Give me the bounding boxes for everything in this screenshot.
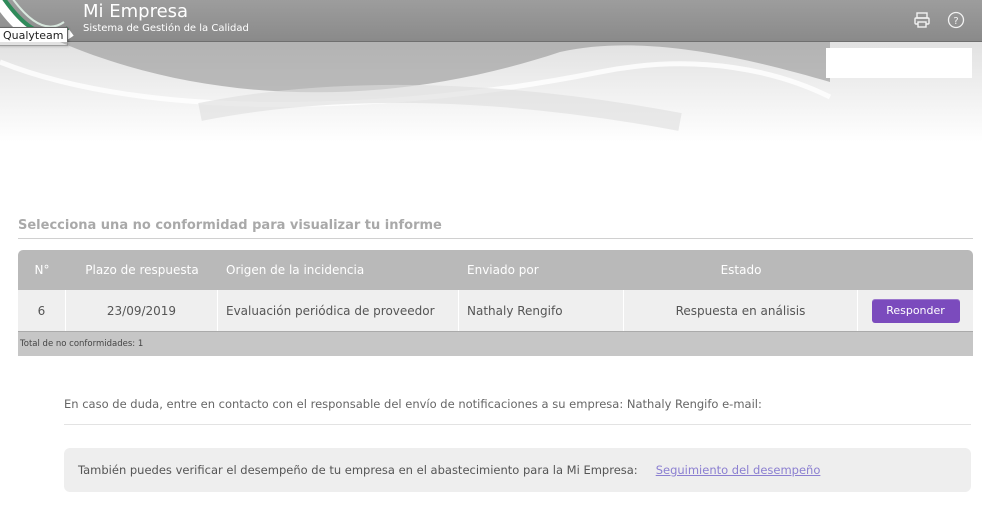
performance-box: También puedes verificar el desempeño de… bbox=[64, 448, 971, 492]
row-number: 6 bbox=[18, 290, 66, 331]
svg-text:?: ? bbox=[953, 16, 958, 27]
col-deadline: Plazo de respuesta bbox=[85, 263, 199, 277]
performance-tracking-link[interactable]: Seguimiento del desempeño bbox=[656, 463, 821, 477]
col-origin: Origen de la incidencia bbox=[226, 263, 365, 277]
nonconformity-table: N° Plazo de respuesta Origen de la incid… bbox=[18, 250, 973, 356]
row-action-cell: Responder bbox=[858, 290, 973, 331]
help-icon[interactable]: ? bbox=[947, 11, 965, 29]
row-deadline: 23/09/2019 bbox=[66, 290, 218, 331]
company-name: Mi Empresa bbox=[83, 1, 189, 22]
table-footer-total: Total de no conformidades: 1 bbox=[18, 331, 973, 356]
col-status: Estado bbox=[720, 263, 762, 277]
col-sent-by: Enviado por bbox=[467, 263, 539, 277]
col-number: N° bbox=[34, 263, 50, 277]
table-row[interactable]: 6 23/09/2019 Evaluación periódica de pro… bbox=[18, 290, 973, 331]
contact-note: En caso de duda, entre en contacto con e… bbox=[64, 397, 971, 425]
header-bar: Mi Empresa Sistema de Gestión de la Cali… bbox=[0, 0, 982, 45]
section-title: Selecciona una no conformidad para visua… bbox=[18, 218, 973, 239]
system-subtitle: Sistema de Gestión de la Calidad bbox=[83, 23, 249, 34]
row-status: Respuesta en análisis bbox=[624, 290, 858, 331]
col-action bbox=[858, 250, 973, 290]
row-origin: Evaluación periódica de proveedor bbox=[218, 290, 459, 331]
performance-text: También puedes verificar el desempeño de… bbox=[78, 463, 638, 477]
row-sent-by: Nathaly Rengifo bbox=[459, 290, 624, 331]
print-icon[interactable] bbox=[913, 11, 931, 29]
decorative-banner bbox=[0, 42, 982, 142]
respond-button[interactable]: Responder bbox=[871, 298, 960, 323]
table-header: N° Plazo de respuesta Origen de la incid… bbox=[18, 250, 973, 290]
